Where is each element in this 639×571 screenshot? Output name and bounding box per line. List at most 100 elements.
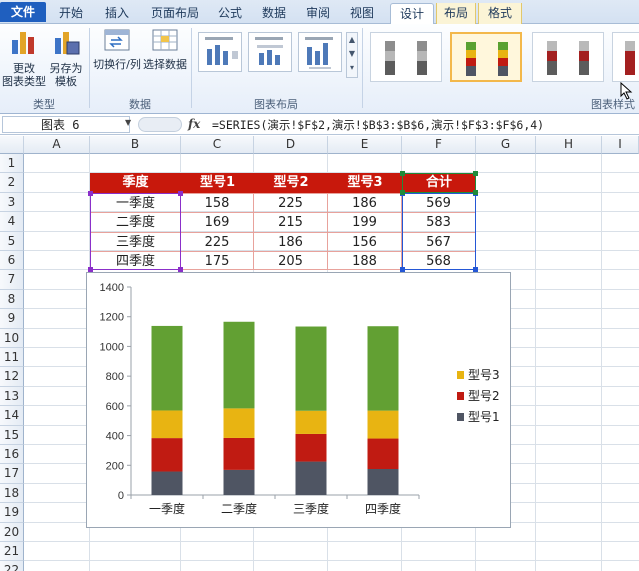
range-handle[interactable]: [88, 190, 93, 196]
table-cell[interactable]: 569: [402, 192, 476, 213]
table-cell[interactable]: 568: [402, 251, 476, 271]
row-header[interactable]: 17: [0, 464, 24, 484]
chart-layout-option-2[interactable]: [248, 32, 292, 72]
row-header[interactable]: 13: [0, 386, 24, 407]
row-header[interactable]: 14: [0, 406, 24, 426]
row-header[interactable]: 16: [0, 445, 24, 465]
row-header[interactable]: 6: [0, 251, 24, 271]
range-handle[interactable]: [473, 171, 478, 177]
group-label-layout: 图表布局: [254, 98, 298, 111]
save-as-template-button[interactable]: 另存为 模板: [46, 28, 86, 88]
chart-style-option-3[interactable]: [532, 32, 604, 82]
range-handle[interactable]: [400, 171, 405, 177]
table-cell[interactable]: 二季度: [90, 212, 181, 232]
table-header-cell[interactable]: 型号2: [254, 173, 328, 193]
table-header-cell[interactable]: 合计: [402, 173, 476, 193]
name-box[interactable]: 图表 6: [2, 116, 130, 133]
formula-bar: 图表 6 ▼ fx =SERIES(演示!$F$2,演示!$B$3:$B$6,演…: [0, 115, 639, 135]
switch-row-column-button[interactable]: 切换行/列: [92, 28, 142, 71]
tab-chart-layout[interactable]: 布局: [436, 3, 476, 24]
insert-function-icon[interactable]: fx: [188, 117, 200, 131]
row-header[interactable]: 8: [0, 289, 24, 310]
bar-segment: [367, 438, 399, 469]
style-swatch: [625, 51, 635, 75]
table-cell[interactable]: 567: [402, 231, 476, 251]
column-header[interactable]: H: [536, 136, 602, 154]
table-cell[interactable]: 158: [181, 192, 254, 213]
column-header[interactable]: F: [402, 136, 476, 154]
formula-input[interactable]: =SERIES(演示!$F$2,演示!$B$3:$B$6,演示!$F$3:$F$…: [212, 117, 544, 133]
table-cell[interactable]: 一季度: [90, 192, 181, 213]
tab-design[interactable]: 设计: [390, 3, 434, 24]
style-swatch: [385, 61, 395, 75]
row-header[interactable]: 1: [0, 154, 24, 174]
tab-review[interactable]: 审阅: [298, 3, 338, 24]
row-header[interactable]: 10: [0, 328, 24, 348]
row-header[interactable]: 9: [0, 309, 24, 329]
name-box-dropdown-icon[interactable]: ▼: [125, 118, 131, 127]
table-cell[interactable]: 四季度: [90, 251, 181, 271]
change-chart-type-button[interactable]: 更改 图表类型: [2, 28, 46, 88]
row-header[interactable]: 11: [0, 348, 24, 368]
table-cell[interactable]: 225: [254, 192, 328, 213]
row-header[interactable]: 5: [0, 231, 24, 251]
row-header[interactable]: 20: [0, 522, 24, 542]
column-header[interactable]: D: [254, 136, 328, 154]
column-header[interactable]: B: [90, 136, 181, 154]
chart-style-option-4[interactable]: [612, 32, 639, 82]
chart-style-option-1[interactable]: [370, 32, 442, 82]
table-cell[interactable]: 三季度: [90, 231, 181, 251]
chart-layout-option-1[interactable]: [198, 32, 242, 72]
table-cell[interactable]: 156: [328, 231, 402, 251]
tab-view[interactable]: 视图: [342, 3, 382, 24]
row-header[interactable]: 19: [0, 503, 24, 523]
table-cell[interactable]: 205: [254, 251, 328, 271]
table-cell[interactable]: 175: [181, 251, 254, 271]
tab-insert[interactable]: 插入: [96, 3, 138, 24]
row-header[interactable]: 22: [0, 561, 24, 571]
row-header[interactable]: 15: [0, 425, 24, 445]
formula-bar-handle[interactable]: [138, 117, 182, 132]
row-header[interactable]: 7: [0, 270, 24, 290]
chart-layout-option-3[interactable]: [298, 32, 342, 72]
tab-file[interactable]: 文件: [0, 2, 46, 22]
table-cell[interactable]: 186: [254, 231, 328, 251]
column-header[interactable]: I: [602, 136, 639, 154]
table-cell[interactable]: 186: [328, 192, 402, 213]
chart-area[interactable]: 0 200 400 600 800 1000 1200 1400 一季度 二季度 三季度 四季度 型号3…: [86, 272, 511, 528]
bar-segment: [223, 469, 255, 495]
range-handle[interactable]: [400, 189, 405, 195]
layout-gallery-scroll[interactable]: ▲ ▼ ▾: [346, 32, 358, 78]
column-header[interactable]: C: [181, 136, 254, 154]
tab-format[interactable]: 格式: [478, 3, 522, 24]
range-handle[interactable]: [473, 189, 478, 195]
y-tick-label: 400: [106, 431, 124, 443]
tab-data[interactable]: 数据: [254, 3, 294, 24]
column-header[interactable]: E: [328, 136, 402, 154]
range-handle[interactable]: [178, 190, 183, 196]
table-header-cell[interactable]: 季度: [90, 173, 181, 193]
tab-home[interactable]: 开始: [50, 3, 92, 24]
table-cell[interactable]: 188: [328, 251, 402, 271]
table-header-cell[interactable]: 型号1: [181, 173, 254, 193]
column-header[interactable]: G: [476, 136, 536, 154]
table-cell[interactable]: 225: [181, 231, 254, 251]
row-header[interactable]: 4: [0, 212, 24, 232]
row-header[interactable]: 2: [0, 173, 24, 193]
row-header[interactable]: 3: [0, 192, 24, 213]
table-cell[interactable]: 583: [402, 212, 476, 232]
tab-page-layout[interactable]: 页面布局: [142, 3, 208, 24]
table-cell[interactable]: 199: [328, 212, 402, 232]
column-header[interactable]: A: [24, 136, 90, 154]
select-data-button[interactable]: 选择数据: [142, 28, 188, 71]
row-header[interactable]: 21: [0, 542, 24, 562]
select-all-corner[interactable]: [0, 136, 24, 154]
chart-style-option-2-selected[interactable]: [450, 32, 522, 82]
table-cell[interactable]: 215: [254, 212, 328, 232]
bar-segment: [223, 408, 255, 438]
table-header-cell[interactable]: 型号3: [328, 173, 402, 193]
tab-formulas[interactable]: 公式: [210, 3, 250, 24]
table-cell[interactable]: 169: [181, 212, 254, 232]
row-header[interactable]: 12: [0, 367, 24, 387]
row-header[interactable]: 18: [0, 483, 24, 504]
